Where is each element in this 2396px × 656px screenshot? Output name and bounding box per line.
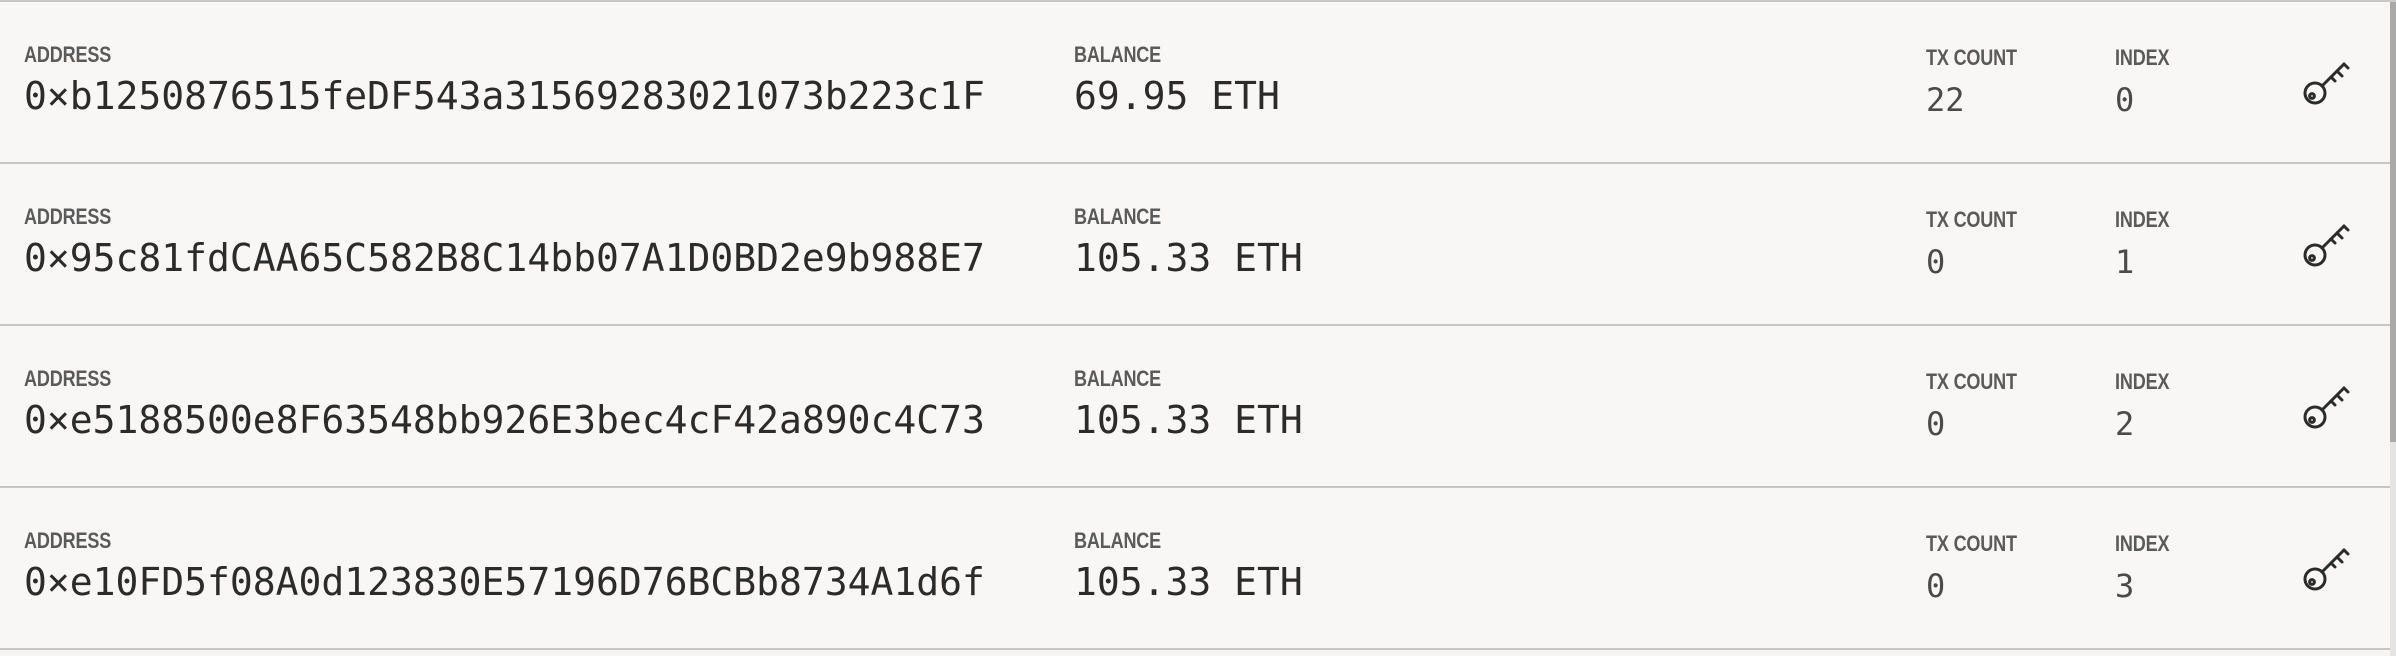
address-label: ADDRESS bbox=[24, 42, 112, 67]
scrollbar-thumb[interactable] bbox=[2390, 2, 2396, 442]
show-keys-button[interactable] bbox=[2300, 542, 2352, 594]
tx-count-cell: TX COUNT 22 bbox=[1926, 45, 2037, 119]
key-icon bbox=[2303, 548, 2350, 591]
balance-cell: BALANCE 105.33 ETH bbox=[1074, 528, 1303, 604]
index-cell: INDEX 0 bbox=[2115, 45, 2181, 119]
index-label: INDEX bbox=[2115, 531, 2170, 556]
address-cell: ADDRESS 0×e10FD5f08A0d123830E57196D76BCB… bbox=[24, 528, 985, 604]
tx-count-value: 0 bbox=[1926, 567, 1946, 605]
show-keys-button[interactable] bbox=[2300, 56, 2352, 108]
balance-label: BALANCE bbox=[1074, 528, 1162, 553]
address-label: ADDRESS bbox=[24, 204, 112, 229]
balance-cell: BALANCE 105.33 ETH bbox=[1074, 366, 1303, 442]
index-cell: INDEX 1 bbox=[2115, 207, 2181, 281]
show-keys-button[interactable] bbox=[2300, 218, 2352, 270]
account-row: ADDRESS 0×95c81fdCAA65C582B8C14bb07A1D0B… bbox=[0, 164, 2396, 326]
balance-cell: BALANCE 69.95 ETH bbox=[1074, 42, 1280, 118]
show-keys-button[interactable] bbox=[2300, 380, 2352, 432]
address-label: ADDRESS bbox=[24, 528, 112, 553]
balance-label: BALANCE bbox=[1074, 366, 1162, 391]
address-cell: ADDRESS 0×e5188500e8F63548bb926E3bec4cF4… bbox=[24, 366, 985, 442]
balance-label: BALANCE bbox=[1074, 42, 1162, 67]
balance-value: 105.33 ETH bbox=[1074, 398, 1303, 442]
address-value[interactable]: 0×e10FD5f08A0d123830E57196D76BCBb8734A1d… bbox=[24, 560, 985, 604]
balance-value: 105.33 ETH bbox=[1074, 560, 1303, 604]
tx-count-label: TX COUNT bbox=[1926, 45, 2017, 70]
address-cell: ADDRESS 0×95c81fdCAA65C582B8C14bb07A1D0B… bbox=[24, 204, 985, 280]
index-label: INDEX bbox=[2115, 45, 2170, 70]
index-label: INDEX bbox=[2115, 207, 2170, 232]
balance-value: 105.33 ETH bbox=[1074, 236, 1303, 280]
tx-count-cell: TX COUNT 0 bbox=[1926, 369, 2037, 443]
tx-count-value: 22 bbox=[1926, 81, 1965, 119]
account-row: ADDRESS 0×e5188500e8F63548bb926E3bec4cF4… bbox=[0, 326, 2396, 488]
address-label: ADDRESS bbox=[24, 366, 112, 391]
tx-count-cell: TX COUNT 0 bbox=[1926, 531, 2037, 605]
key-icon bbox=[2303, 386, 2350, 429]
index-cell: INDEX 3 bbox=[2115, 531, 2181, 605]
account-row: ADDRESS 0×e10FD5f08A0d123830E57196D76BCB… bbox=[0, 488, 2396, 650]
key-icon bbox=[2303, 62, 2350, 105]
balance-cell: BALANCE 105.33 ETH bbox=[1074, 204, 1303, 280]
address-cell: ADDRESS 0×b1250876515feDF543a31569283021… bbox=[24, 42, 985, 118]
tx-count-value: 0 bbox=[1926, 405, 1946, 443]
index-value: 2 bbox=[2115, 405, 2135, 443]
account-row: ADDRESS 0×b1250876515feDF543a31569283021… bbox=[0, 2, 2396, 164]
address-value[interactable]: 0×b1250876515feDF543a31569283021073b223c… bbox=[24, 74, 985, 118]
index-value: 3 bbox=[2115, 567, 2135, 605]
vertical-scrollbar[interactable] bbox=[2390, 2, 2396, 656]
balance-label: BALANCE bbox=[1074, 204, 1162, 229]
index-label: INDEX bbox=[2115, 369, 2170, 394]
accounts-list: ADDRESS 0×b1250876515feDF543a31569283021… bbox=[0, 0, 2396, 656]
tx-count-value: 0 bbox=[1926, 243, 1946, 281]
address-value[interactable]: 0×e5188500e8F63548bb926E3bec4cF42a890c4C… bbox=[24, 398, 985, 442]
address-value[interactable]: 0×95c81fdCAA65C582B8C14bb07A1D0BD2e9b988… bbox=[24, 236, 985, 280]
tx-count-label: TX COUNT bbox=[1926, 369, 2017, 394]
balance-value: 69.95 ETH bbox=[1074, 74, 1280, 118]
tx-count-label: TX COUNT bbox=[1926, 207, 2017, 232]
tx-count-cell: TX COUNT 0 bbox=[1926, 207, 2037, 281]
key-icon bbox=[2303, 224, 2350, 267]
index-value: 0 bbox=[2115, 81, 2135, 119]
index-cell: INDEX 2 bbox=[2115, 369, 2181, 443]
tx-count-label: TX COUNT bbox=[1926, 531, 2017, 556]
index-value: 1 bbox=[2115, 243, 2135, 281]
